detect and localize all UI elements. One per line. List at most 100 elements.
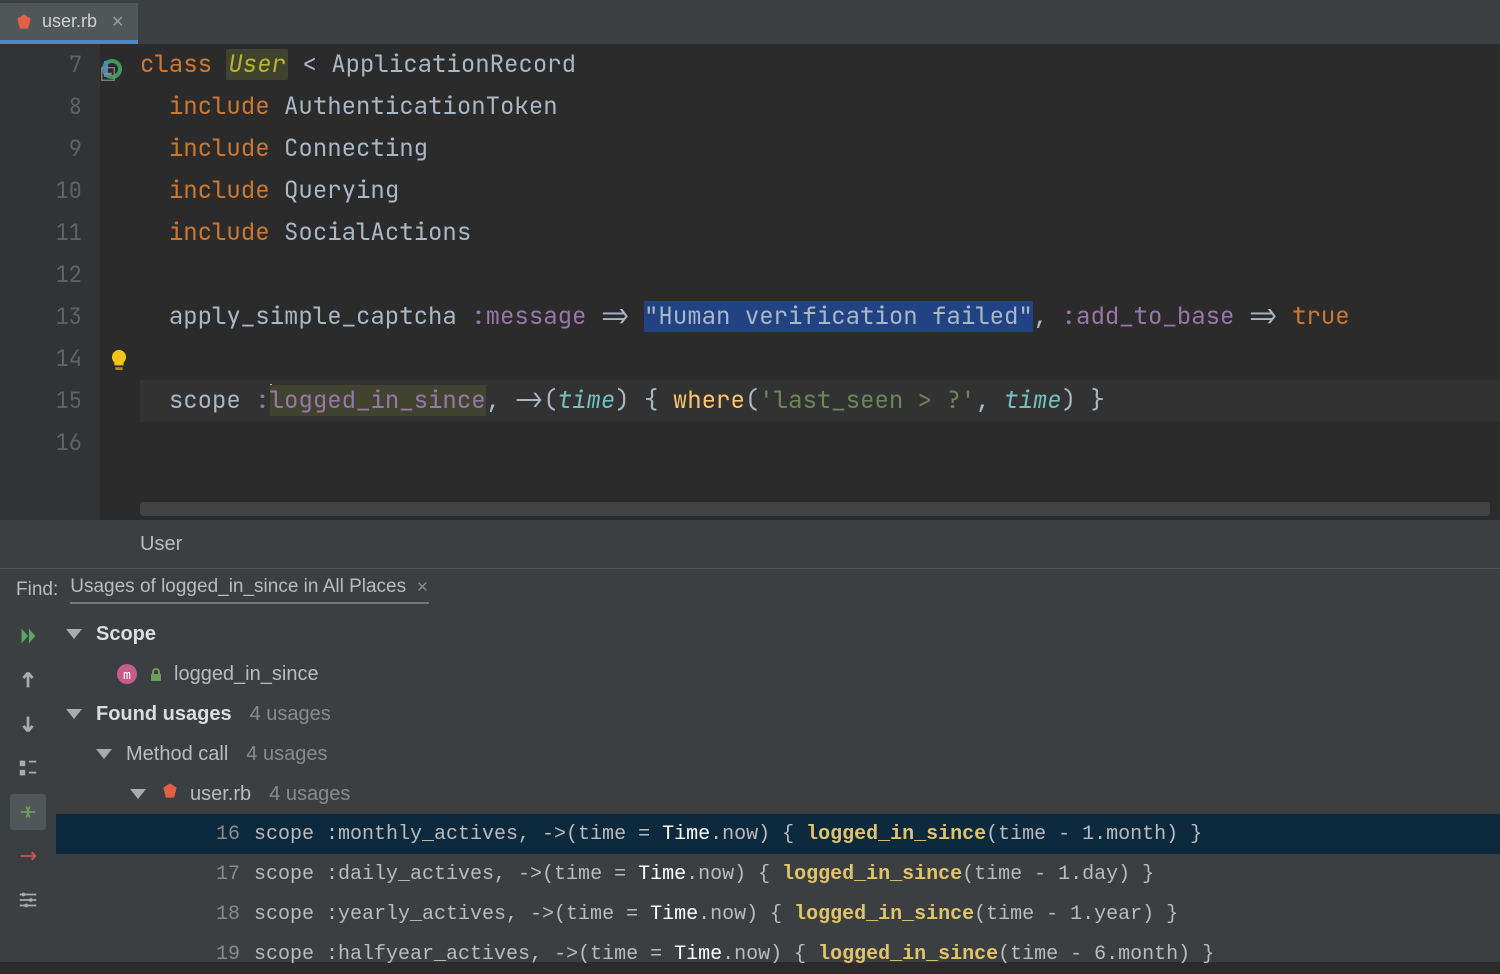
punctuation: < [288,49,331,80]
editor-tab-filename: user.rb [42,11,97,32]
usage-line-number: 19 [206,943,240,966]
usage-text: Time [638,863,686,886]
line-number: 14 [0,338,82,380]
usage-count: 4 usages [246,743,327,766]
group-by-button[interactable] [10,750,46,786]
close-icon[interactable]: ✕ [416,578,429,596]
code-area[interactable]: class User < ApplicationRecord include A… [100,44,1500,520]
parameter: time [558,385,616,416]
symbol: :message [471,301,586,332]
usage-text: (time - 1.year) } [974,903,1178,926]
usage-text: :halfyear_actives [326,943,530,966]
line-number: 7 [0,44,82,86]
line-number-gutter: 7 8 9 10 11 12 13 14 15 16 [0,44,100,520]
tree-node-found-usages[interactable]: Found usages 4 usages [56,694,1500,734]
symbol-highlighted: logged_in_since [270,385,486,416]
file-name: user.rb [190,783,251,806]
usage-text: , ->(time = [518,823,662,846]
tree-leaf-scope-item[interactable]: m logged_in_since [56,654,1500,694]
usage-match: logged_in_since [818,943,998,966]
find-results-tree[interactable]: Scope m logged_in_since Found usages 4 u… [56,610,1500,962]
line-number: 11 [0,212,82,254]
usage-text: Time [650,903,698,926]
usage-count: 4 usages [269,783,350,806]
punctuation: , [975,385,1004,416]
usage-text: (time - 6.month) } [998,943,1214,966]
tree-node-file[interactable]: user.rb 4 usages [56,774,1500,814]
method-call: scope [169,385,255,416]
tree-node-scope[interactable]: Scope [56,614,1500,654]
usage-text: Time [674,943,722,966]
keyword: include [169,217,284,248]
find-toolbar [0,610,56,962]
breadcrumb[interactable]: User [0,520,1500,568]
usage-match: logged_in_since [782,863,962,886]
line-number: 8 [0,86,82,128]
usage-text: .now) { [698,903,794,926]
method-call: apply_simple_captcha [169,301,471,332]
horizontal-scrollbar[interactable] [140,502,1490,516]
usage-match: logged_in_since [806,823,986,846]
usage-row[interactable]: 17scope :daily_actives, ->(time = Time.n… [56,854,1500,894]
svg-text:m: m [123,668,131,683]
usage-text: :daily_actives [326,863,494,886]
expand-icon[interactable] [96,749,112,759]
scope-item-name: logged_in_since [174,663,319,686]
expand-icon[interactable] [66,629,82,639]
previous-occurrence-button[interactable] [10,662,46,698]
preview-usages-button[interactable] [10,794,46,830]
usage-text: :monthly_actives [326,823,518,846]
usage-row[interactable]: 19 scope :halfyear_actives, ->(time = Tim… [56,934,1500,974]
expand-icon[interactable] [66,709,82,719]
lambda-arrow: ->( [514,385,557,416]
line-number: 13 [0,296,82,338]
usage-text: scope [254,903,326,926]
find-panel-header: Find: Usages of logged_in_since in All P… [0,568,1500,610]
tree-label: Found usages [96,703,232,726]
constant: SocialActions [284,217,471,248]
usage-text: .now) { [722,943,818,966]
find-results-title: Usages of logged_in_since in All Places [70,576,406,598]
constant: Connecting [284,133,428,164]
usage-row[interactable]: 18scope :yearly_actives, ->(time = Time.… [56,894,1500,934]
usage-line-number: 16 [206,823,240,846]
constant: AuthenticationToken [284,91,558,122]
line-number: 16 [0,422,82,464]
expand-icon[interactable] [130,789,146,799]
tree-node-method-call[interactable]: Method call 4 usages [56,734,1500,774]
line-number: 15 [0,380,82,422]
usage-match: logged_in_since [794,903,974,926]
ruby-file-icon [160,781,180,807]
settings-button[interactable] [10,882,46,918]
find-results-tab[interactable]: Usages of logged_in_since in All Places … [70,576,428,604]
punctuation: => [1234,301,1292,332]
symbol: :add_to_base [1062,301,1235,332]
rerun-button[interactable] [10,618,46,654]
string-literal: "Human verification failed" [644,301,1033,332]
keyword: include [169,175,284,206]
method-call: where [673,385,745,416]
close-icon[interactable]: ✕ [111,12,124,32]
editor-tab[interactable]: user.rb ✕ [0,3,138,44]
symbol: : [255,385,269,416]
usage-text: scope [254,943,326,966]
code-editor[interactable]: 7 8 9 10 11 12 13 14 15 16 class User < … [0,44,1500,520]
breadcrumb-item[interactable]: User [140,533,182,556]
usage-text: scope [254,823,326,846]
lock-icon [148,666,164,682]
next-occurrence-button[interactable] [10,706,46,742]
parameter: time [1004,385,1062,416]
usage-row[interactable]: 16 scope :monthly_actives, ->(time = Time… [56,814,1500,854]
usage-text: Time [662,823,710,846]
class-name: User [226,49,288,80]
keyword: include [169,91,284,122]
punctuation: ( [745,385,759,416]
line-number: 9 [0,128,82,170]
usage-text: , ->(time = [530,943,674,966]
usage-text: , ->(time = [494,863,638,886]
export-button[interactable] [10,838,46,874]
usage-text: .now) { [686,863,782,886]
ruby-file-icon [14,12,34,32]
find-label: Find: [16,579,58,601]
find-panel: Scope m logged_in_since Found usages 4 u… [0,610,1500,962]
